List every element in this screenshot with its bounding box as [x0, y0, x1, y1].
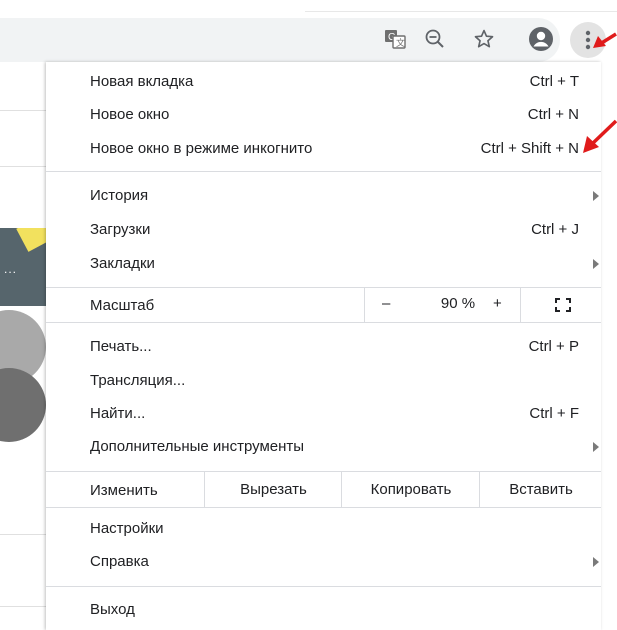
fullscreen-icon — [555, 298, 571, 312]
menu-item-bookmarks[interactable]: Закладки — [46, 248, 601, 281]
menu-zoom-row: Масштаб – 90 % + — [46, 288, 601, 322]
annotation-arrow-icon — [593, 32, 617, 48]
menu-item-more-tools[interactable]: Дополнительные инструменты — [46, 431, 601, 464]
menu-separator — [46, 322, 601, 323]
submenu-arrow-icon — [593, 442, 599, 452]
translate-icon[interactable]: G 文 — [380, 24, 410, 54]
menu-item-print[interactable]: Печать... Ctrl + P — [46, 331, 601, 364]
menu-item-exit[interactable]: Выход — [46, 594, 601, 627]
menu-item-label: Справка — [90, 553, 149, 570]
avatar — [0, 368, 46, 442]
account-icon[interactable] — [526, 24, 556, 54]
menu-separator — [46, 586, 601, 587]
divider — [0, 110, 46, 111]
menu-item-shortcut: Ctrl + J — [531, 221, 579, 238]
fullscreen-button[interactable] — [520, 288, 602, 322]
menu-item-label: Новая вкладка — [90, 73, 194, 90]
copy-button[interactable]: Копировать — [341, 472, 480, 507]
tab-strip-line — [305, 11, 617, 12]
menu-item-label: Загрузки — [90, 221, 151, 238]
menu-item-cast[interactable]: Трансляция... — [46, 365, 601, 398]
menu-item-label: Печать... — [90, 338, 152, 355]
divider — [0, 166, 46, 167]
menu-item-shortcut: Ctrl + T — [529, 73, 579, 90]
submenu-arrow-icon — [593, 191, 599, 201]
menu-separator — [46, 171, 601, 172]
menu-item-help[interactable]: Справка — [46, 546, 601, 579]
zoom-in-button[interactable]: + — [493, 295, 502, 312]
cut-button[interactable]: Вырезать — [204, 472, 342, 507]
menu-item-label: Настройки — [90, 520, 164, 537]
menu-item-settings[interactable]: Настройки — [46, 513, 601, 546]
menu-item-label: Новое окно в режиме инкогнито — [90, 140, 313, 157]
menu-item-new-tab[interactable]: Новая вкладка Ctrl + T — [46, 66, 601, 99]
menu-item-find[interactable]: Найти... Ctrl + F — [46, 398, 601, 431]
zoom-out-button[interactable]: – — [382, 295, 390, 312]
page-thumbnail: ... — [0, 228, 46, 306]
menu-item-shortcut: Ctrl + N — [527, 106, 579, 123]
bookmark-star-icon[interactable] — [469, 24, 499, 54]
menu-item-shortcut: Ctrl + P — [528, 338, 579, 355]
menu-item-new-incognito-window[interactable]: Новое окно в режиме инкогнито Ctrl + Shi… — [46, 133, 601, 166]
menu-item-label: История — [90, 187, 149, 204]
paste-button[interactable]: Вставить — [479, 472, 602, 507]
zoom-out-icon[interactable] — [420, 24, 450, 54]
divider — [0, 534, 46, 535]
menu-item-label: Закладки — [90, 255, 155, 272]
submenu-arrow-icon — [593, 259, 599, 269]
annotation-arrow-icon — [583, 119, 617, 153]
menu-edit-row: Изменить Вырезать Копировать Вставить — [46, 472, 601, 507]
menu-item-shortcut: Ctrl + F — [529, 405, 579, 422]
menu-item-label: Трансляция... — [90, 372, 186, 389]
chrome-main-menu: Новая вкладка Ctrl + T Новое окно Ctrl +… — [46, 62, 601, 630]
menu-item-label: Выход — [90, 601, 135, 618]
background-page: ... — [0, 62, 46, 630]
edit-label: Изменить — [90, 482, 158, 499]
menu-item-downloads[interactable]: Загрузки Ctrl + J — [46, 214, 601, 247]
menu-item-label: Дополнительные инструменты — [90, 438, 305, 455]
menu-item-history[interactable]: История — [46, 180, 601, 213]
svg-text:文: 文 — [396, 37, 405, 48]
browser-toolbar: G 文 — [0, 0, 617, 62]
menu-item-label: Найти... — [90, 405, 146, 422]
zoom-value: 90 % — [440, 295, 476, 312]
submenu-arrow-icon — [593, 557, 599, 567]
menu-separator — [46, 507, 601, 508]
zoom-label: Масштаб — [90, 297, 155, 314]
divider — [0, 606, 46, 607]
menu-item-shortcut: Ctrl + Shift + N — [480, 140, 579, 157]
menu-item-new-window[interactable]: Новое окно Ctrl + N — [46, 99, 601, 132]
menu-item-label: Новое окно — [90, 106, 170, 123]
